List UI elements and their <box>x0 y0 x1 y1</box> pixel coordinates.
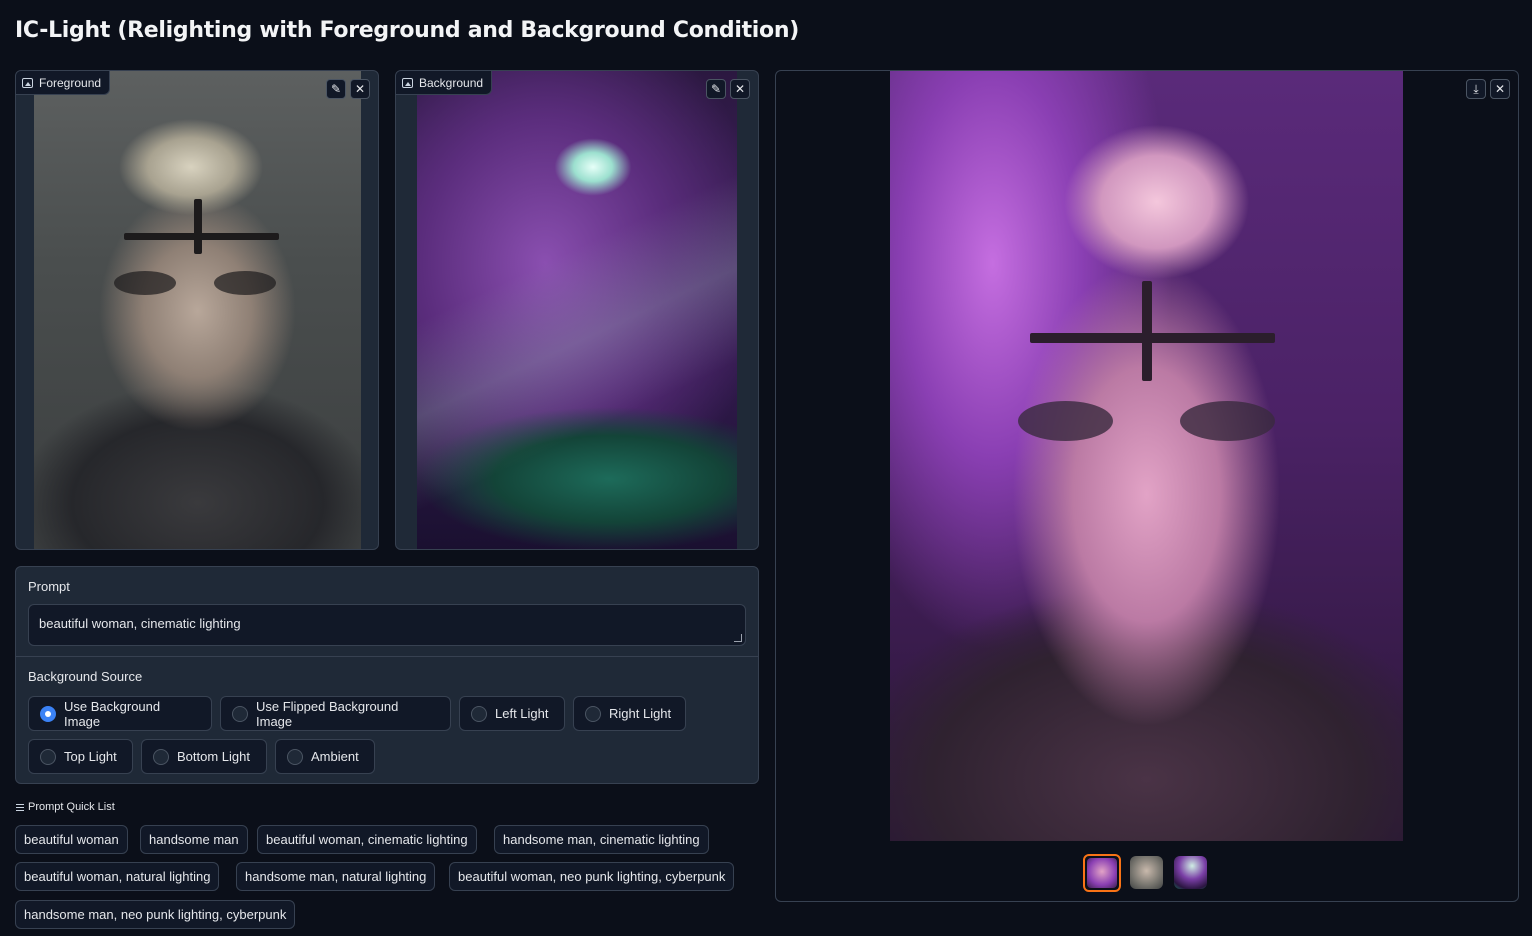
image-icon <box>402 77 413 88</box>
radio-right-light[interactable]: Right Light <box>573 696 686 731</box>
radio-top-light[interactable]: Top Light <box>28 739 133 774</box>
background-image-panel[interactable]: Background ✎ ✕ <box>395 70 759 550</box>
radio-icon <box>153 748 169 765</box>
app-title: IC-Light (Relighting with Foreground and… <box>15 18 799 43</box>
close-icon[interactable]: ✕ <box>1490 79 1510 99</box>
background-source-label: Background Source <box>28 669 143 684</box>
radio-label: Bottom Light <box>177 749 250 764</box>
radio-ambient[interactable]: Ambient <box>275 739 375 774</box>
prompt-label: Prompt <box>28 579 70 594</box>
quick-prompt-chip[interactable]: handsome man, natural lighting <box>236 862 436 891</box>
radio-label: Top Light <box>64 749 117 764</box>
radio-label: Use Flipped Background Image <box>256 698 399 729</box>
radio-icon <box>287 748 303 765</box>
quick-list-label-text: Prompt Quick List <box>28 801 115 813</box>
image-icon <box>22 77 33 88</box>
radio-icon <box>471 705 487 722</box>
foreground-label: Foreground <box>16 71 111 95</box>
foreground-image <box>34 71 361 549</box>
quick-prompt-chip[interactable]: handsome man, cinematic lighting <box>494 825 709 854</box>
download-icon[interactable]: ⤓ <box>1466 79 1486 99</box>
quick-prompt-chip[interactable]: beautiful woman, cinematic lighting <box>257 825 477 854</box>
radio-icon <box>585 705 601 722</box>
quick-prompt-chip[interactable]: beautiful woman, natural lighting <box>15 862 220 891</box>
radio-bottom-light[interactable]: Bottom Light <box>141 739 267 774</box>
result-thumbnail-3[interactable] <box>1174 856 1207 889</box>
radio-label: Use Background Image <box>64 698 161 729</box>
quick-prompt-chip[interactable]: handsome man, neo punk lighting, cyberpu… <box>15 900 296 929</box>
foreground-image-panel[interactable]: Foreground ✎ ✕ <box>15 70 379 550</box>
radio-use-flipped-background-image[interactable]: Use Flipped Background Image <box>220 696 451 731</box>
prompt-input[interactable]: beautiful woman, cinematic lighting <box>28 604 746 646</box>
radio-use-background-image[interactable]: Use Background Image <box>28 696 212 731</box>
radio-label: Left Light <box>495 706 549 721</box>
radio-icon <box>40 748 56 765</box>
pencil-icon[interactable]: ✎ <box>706 79 726 99</box>
radio-label: Right Light <box>609 706 672 721</box>
background-label: Background <box>396 71 493 95</box>
quick-prompt-chip[interactable]: beautiful woman, neo punk lighting, cybe… <box>449 862 735 891</box>
result-gallery-panel: ⤓ ✕ <box>775 70 1519 902</box>
foreground-label-text: Foreground <box>39 75 102 90</box>
list-icon <box>16 803 24 811</box>
result-image[interactable] <box>890 71 1403 841</box>
radio-label: Ambient <box>311 749 359 764</box>
result-thumbnail-2[interactable] <box>1130 856 1163 889</box>
close-icon[interactable]: ✕ <box>350 79 370 99</box>
resize-handle-icon[interactable] <box>734 634 742 642</box>
radio-icon <box>232 705 248 722</box>
quick-prompt-chip[interactable]: handsome man <box>140 825 248 854</box>
radio-left-light[interactable]: Left Light <box>459 696 565 731</box>
radio-selected-icon <box>40 705 56 722</box>
close-icon[interactable]: ✕ <box>730 79 750 99</box>
prompt-quick-list-label: Prompt Quick List <box>16 801 115 813</box>
quick-prompt-chip[interactable]: beautiful woman <box>15 825 128 854</box>
background-image <box>417 71 737 549</box>
prompt-value: beautiful woman, cinematic lighting <box>39 616 241 631</box>
result-thumbnail-1[interactable] <box>1083 854 1121 892</box>
background-label-text: Background <box>419 75 484 90</box>
settings-panel: Prompt beautiful woman, cinematic lighti… <box>15 566 759 784</box>
pencil-icon[interactable]: ✎ <box>326 79 346 99</box>
